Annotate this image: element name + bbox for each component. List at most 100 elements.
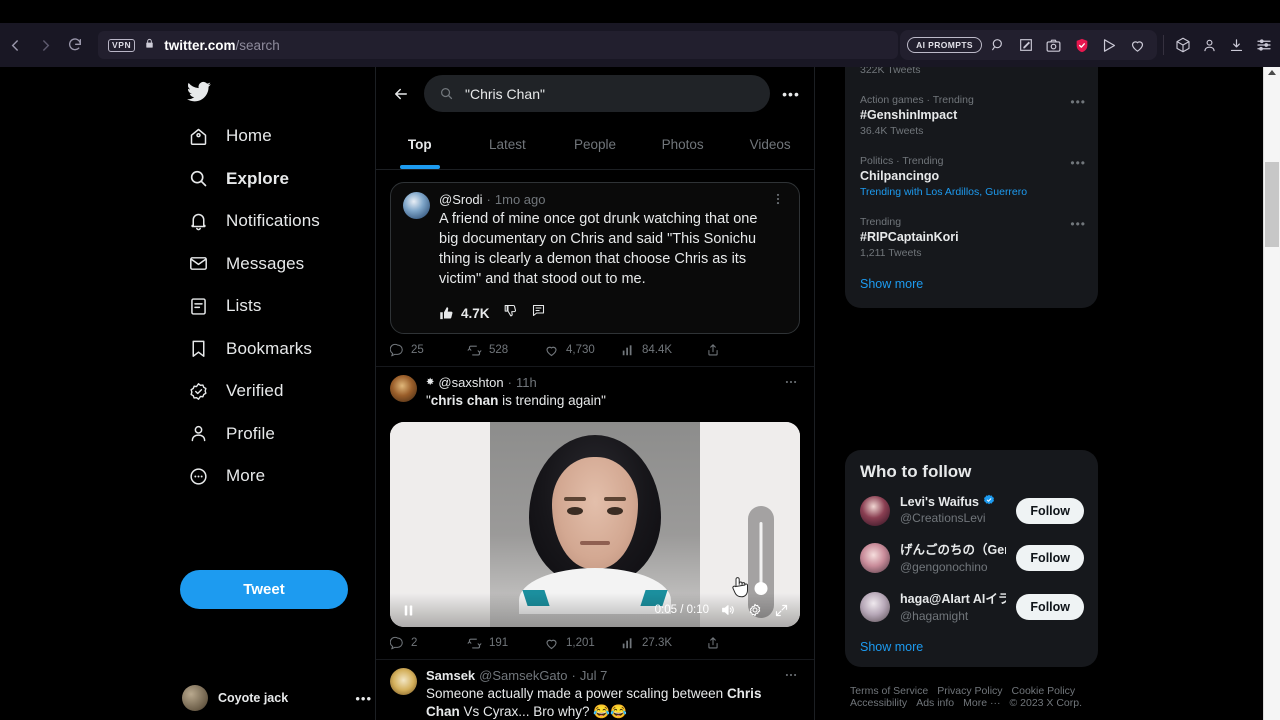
- quoted-post-card[interactable]: @Srodi · 1mo ago A friend of mine once g…: [390, 182, 800, 334]
- volume-icon[interactable]: [720, 602, 736, 618]
- retweet-button[interactable]: 191: [467, 636, 544, 651]
- scroll-up-arrow-icon[interactable]: [1268, 70, 1276, 75]
- tweet-handle[interactable]: @SamsekGato: [479, 668, 567, 683]
- who-to-follow-card: Who to follow Levi's Waifus @CreationsLe…: [845, 450, 1098, 667]
- video-subject: [519, 434, 671, 614]
- verified-badge-icon: [983, 494, 995, 509]
- trend-item-chilpancingo[interactable]: Politics · Trending Chilpancingo Trendin…: [845, 146, 1098, 207]
- search-magnifier-icon[interactable]: [985, 33, 1010, 58]
- tweet-overflow-icon[interactable]: [782, 375, 800, 392]
- menu-settings-icon[interactable]: [1251, 33, 1276, 58]
- camera-icon[interactable]: [1041, 33, 1066, 58]
- sidebar-item-lists[interactable]: Lists: [174, 285, 370, 328]
- tab-top[interactable]: Top: [376, 120, 464, 169]
- footer-link-more[interactable]: More ···: [963, 697, 1000, 709]
- vpn-badge: VPN: [108, 38, 136, 52]
- back-icon[interactable]: [0, 30, 30, 60]
- retweet-button[interactable]: 528: [467, 343, 544, 358]
- tab-people[interactable]: People: [551, 120, 639, 169]
- trend-overflow-icon[interactable]: •••: [1070, 156, 1086, 170]
- suggested-user-row[interactable]: げんごのちの（Gen... @gengonochino Follow: [845, 533, 1098, 582]
- ai-prompts-button[interactable]: AI PROMPTS: [907, 36, 982, 54]
- comment-button[interactable]: [531, 303, 546, 323]
- trend-item-ripcaptainkori[interactable]: Trending #RIPCaptainKori 1,211 Tweets ••…: [845, 207, 1098, 268]
- tweet-item[interactable]: @Srodi · 1mo ago A friend of mine once g…: [376, 170, 814, 367]
- twitter-bird-icon[interactable]: [186, 79, 212, 110]
- footer-line-1: Terms of Service Privacy Policy Cookie P…: [850, 685, 1093, 697]
- arrow-left-icon[interactable]: [386, 79, 416, 109]
- who-to-follow-show-more[interactable]: Show more: [845, 631, 1098, 667]
- search-input[interactable]: "Chris Chan": [424, 75, 770, 112]
- footer-link-accessibility[interactable]: Accessibility: [850, 697, 907, 709]
- follow-button[interactable]: Follow: [1016, 593, 1084, 620]
- tab-videos[interactable]: Videos: [726, 120, 814, 169]
- address-bar[interactable]: VPN twitter.com/search: [98, 31, 898, 59]
- screenshot-edit-icon[interactable]: [1013, 33, 1038, 58]
- trends-show-more[interactable]: Show more: [845, 268, 1098, 304]
- suggested-user-row[interactable]: Levi's Waifus @CreationsLevi Follow: [845, 488, 1098, 533]
- send-icon[interactable]: [1097, 33, 1122, 58]
- sidebar-item-home[interactable]: Home: [174, 115, 370, 158]
- tab-latest[interactable]: Latest: [464, 120, 552, 169]
- tweet-handle[interactable]: @saxshton: [438, 375, 503, 390]
- trend-overflow-icon[interactable]: •••: [1070, 217, 1086, 231]
- thumbs-down-button[interactable]: [503, 303, 518, 323]
- page-scrollbar[interactable]: [1263, 67, 1280, 720]
- footer-link-cookie[interactable]: Cookie Policy: [1012, 685, 1076, 697]
- tweet-button[interactable]: Tweet: [180, 570, 348, 609]
- thumbs-up-button[interactable]: 4.7K: [439, 306, 490, 321]
- suggested-user-row[interactable]: haga@AIart AIイラスト @hagamight Follow: [845, 582, 1098, 631]
- heart-icon[interactable]: [1125, 33, 1150, 58]
- tweet-item[interactable]: ✸ @saxshton · 11h "chris chan is trendin…: [376, 367, 814, 661]
- account-more-icon[interactable]: •••: [355, 691, 372, 706]
- follow-button[interactable]: Follow: [1016, 497, 1084, 524]
- sidebar-item-bookmarks[interactable]: Bookmarks: [174, 328, 370, 371]
- tweet-display-name[interactable]: Samsek: [426, 668, 475, 683]
- trend-item-genshinimpact[interactable]: Action games · Trending #GenshinImpact 3…: [845, 85, 1098, 146]
- tweet-item[interactable]: Samsek @SamsekGato · Jul 7 Someone actua…: [376, 660, 814, 720]
- scrollbar-thumb[interactable]: [1265, 162, 1279, 247]
- shield-check-icon[interactable]: [1069, 33, 1094, 58]
- account-name: Coyote jack: [218, 691, 289, 705]
- views-button[interactable]: 27.3K: [621, 636, 698, 650]
- like-button[interactable]: 4,730: [544, 343, 621, 358]
- reply-button[interactable]: 2: [390, 636, 467, 650]
- sidebar-item-more[interactable]: More: [174, 455, 370, 498]
- sidebar-item-messages[interactable]: Messages: [174, 243, 370, 286]
- video-player[interactable]: 0:05 / 0:10: [390, 422, 800, 628]
- pause-icon[interactable]: [401, 603, 416, 618]
- forward-icon[interactable]: [30, 30, 60, 60]
- cube-3d-icon[interactable]: [1170, 33, 1195, 58]
- share-button[interactable]: [706, 636, 720, 650]
- download-icon[interactable]: [1224, 33, 1249, 58]
- share-button[interactable]: [706, 343, 720, 357]
- bell-icon: [186, 209, 210, 233]
- footer-link-privacy[interactable]: Privacy Policy: [937, 685, 1002, 697]
- views-button[interactable]: 84.4K: [621, 343, 698, 357]
- follow-button[interactable]: Follow: [1016, 544, 1084, 571]
- sidebar-item-explore[interactable]: Explore: [174, 158, 370, 201]
- reload-icon[interactable]: [60, 30, 90, 60]
- trend-overflow-icon[interactable]: •••: [1070, 95, 1086, 109]
- trend-category: Action games · Trending: [860, 94, 974, 106]
- footer-link-terms[interactable]: Terms of Service: [850, 685, 928, 697]
- footer-link-ads-info[interactable]: Ads info: [916, 697, 954, 709]
- trend-item-china[interactable]: Politics · Trending China 322K Tweets ••…: [845, 67, 1098, 85]
- like-button[interactable]: 1,201: [544, 636, 621, 651]
- tab-photos[interactable]: Photos: [639, 120, 727, 169]
- search-overflow-icon[interactable]: •••: [778, 86, 804, 102]
- sidebar-item-notifications[interactable]: Notifications: [174, 200, 370, 243]
- reply-button[interactable]: 25: [390, 343, 467, 357]
- account-switcher[interactable]: Coyote jack •••: [182, 685, 372, 719]
- gear-icon[interactable]: [747, 602, 763, 618]
- main-timeline-column: "Chris Chan" ••• Top Latest People Photo…: [375, 67, 815, 720]
- sidebar-item-profile[interactable]: Profile: [174, 413, 370, 456]
- tweet-overflow-icon[interactable]: [769, 192, 787, 209]
- trend-with-links[interactable]: Los Ardillos, Guerrero: [926, 186, 1028, 198]
- sidebar-item-verified[interactable]: Verified: [174, 370, 370, 413]
- tweet-overflow-icon[interactable]: [782, 668, 800, 685]
- tweet-handle[interactable]: @Srodi: [439, 192, 483, 207]
- trend-name: #GenshinImpact: [860, 108, 958, 122]
- expand-icon[interactable]: [774, 603, 789, 618]
- profile-icon[interactable]: [1197, 33, 1222, 58]
